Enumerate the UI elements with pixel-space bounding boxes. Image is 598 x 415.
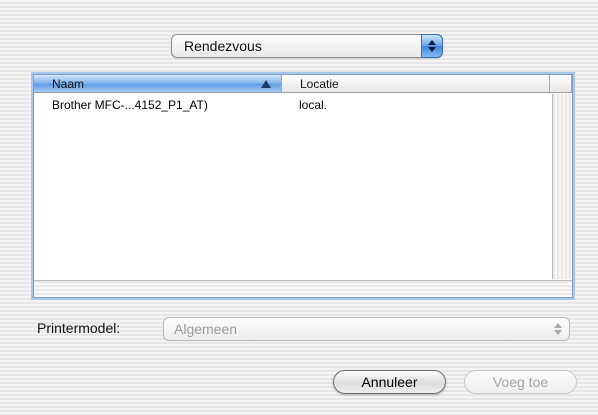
- printer-model-value: Algemeen: [174, 321, 238, 337]
- sort-ascending-icon: [261, 80, 271, 88]
- printer-browser-popup[interactable]: Rendezvous: [171, 34, 443, 58]
- printer-location-cell: local.: [299, 98, 328, 112]
- column-header-naam[interactable]: Naam: [34, 75, 282, 93]
- column-header-locatie-label: Locatie: [300, 77, 339, 91]
- column-header-naam-label: Naam: [52, 77, 85, 91]
- printer-model-popup[interactable]: Algemeen: [163, 317, 570, 341]
- horizontal-scrollbar[interactable]: [34, 280, 572, 297]
- table-row[interactable]: Brother MFC-...4152_P1_AT) local.: [34, 96, 551, 114]
- vertical-scrollbar[interactable]: [552, 94, 572, 279]
- printer-list[interactable]: Naam Locatie Brother MFC-...4152_P1_AT) …: [33, 74, 573, 298]
- printer-list-header: Naam Locatie: [34, 75, 572, 94]
- printer-browser-popup-value: Rendezvous: [184, 38, 262, 54]
- column-header-locatie[interactable]: Locatie: [282, 75, 550, 93]
- popup-up-down-arrows-icon: [421, 34, 443, 58]
- popup-up-down-arrows-icon: [554, 323, 562, 335]
- column-header-corner: [550, 75, 572, 93]
- cancel-button[interactable]: Annuleer: [333, 370, 446, 394]
- printer-name-cell: Brother MFC-...4152_P1_AT): [52, 98, 208, 112]
- add-button[interactable]: Voeg toe: [464, 370, 577, 394]
- printer-model-label: Printermodel:: [37, 320, 121, 336]
